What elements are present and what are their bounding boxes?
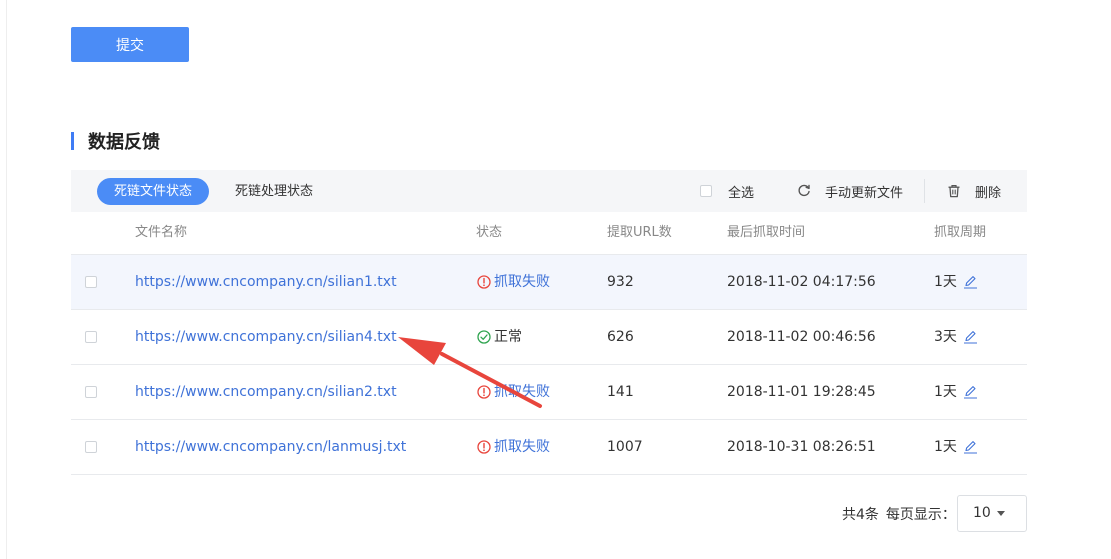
table-row[interactable]: https://www.cncompany.cn/silian1.txt 抓取失… (71, 255, 1027, 310)
crawl-period: 1天 (934, 420, 978, 474)
last-crawl-time: 2018-10-31 08:26:51 (727, 439, 876, 455)
pencil-icon[interactable] (963, 330, 978, 344)
section-title: 数据反馈 (88, 132, 160, 153)
status-text: 抓取失败 (494, 384, 550, 400)
trash-icon (948, 185, 960, 198)
column-header-status: 状态 (476, 225, 503, 240)
exclamation-circle-icon (477, 275, 491, 289)
crawl-period-value: 1天 (934, 384, 957, 400)
total-count: 共4条 (842, 506, 879, 523)
last-crawl-time: 2018-11-01 19:28:45 (727, 384, 876, 400)
crawl-period: 1天 (934, 255, 978, 309)
status-text: 抓取失败 (494, 274, 550, 290)
select-all-checkbox[interactable] (700, 185, 712, 197)
row-checkbox[interactable] (85, 441, 97, 453)
pagination-info: 共4条 每页显示： (842, 495, 956, 532)
crawl-period: 1天 (934, 365, 978, 419)
url-count: 932 (607, 274, 634, 290)
refresh-file-label: 手动更新文件 (825, 185, 904, 201)
file-link[interactable]: https://www.cncompany.cn/lanmusj.txt (135, 420, 406, 474)
delete-label: 删除 (975, 185, 1002, 201)
chevron-down-icon (997, 511, 1005, 516)
tab-dead-link-file-status[interactable]: 死链文件状态 (97, 178, 209, 205)
page-left-border (6, 0, 7, 559)
url-count: 626 (607, 329, 634, 345)
url-count: 1007 (607, 439, 643, 455)
per-page-value: 10 (973, 505, 991, 521)
check-circle-icon (477, 330, 491, 344)
delete-button[interactable]: 删除 (947, 170, 1001, 212)
last-crawl-time: 2018-11-02 04:17:56 (727, 274, 876, 290)
exclamation-circle-icon (477, 385, 491, 399)
per-page-select[interactable]: 10 (957, 495, 1027, 532)
section-header: 数据反馈 (71, 130, 160, 153)
table-row[interactable]: https://www.cncompany.cn/silian2.txt 抓取失… (71, 365, 1027, 420)
refresh-file-button[interactable]: 手动更新文件 (797, 170, 903, 212)
pencil-icon[interactable] (963, 275, 978, 289)
row-checkbox[interactable] (85, 276, 97, 288)
status-cell: 抓取失败 (477, 365, 550, 419)
row-checkbox[interactable] (85, 386, 97, 398)
table-row[interactable]: https://www.cncompany.cn/silian4.txt 正常 … (71, 310, 1027, 365)
column-header-url-count: 提取URL数 (607, 225, 672, 240)
refresh-icon (798, 184, 810, 197)
table-row[interactable]: https://www.cncompany.cn/lanmusj.txt 抓取失… (71, 420, 1027, 475)
status-text: 正常 (494, 329, 522, 345)
select-all-control[interactable]: 全选 (700, 170, 754, 212)
status-cell: 抓取失败 (477, 255, 550, 309)
column-header-crawl-period: 抓取周期 (934, 225, 987, 240)
last-crawl-time: 2018-11-02 00:46:56 (727, 329, 876, 345)
column-header-filename: 文件名称 (135, 225, 188, 240)
status-cell: 正常 (477, 310, 522, 364)
submit-button[interactable]: 提交 (71, 27, 189, 62)
row-checkbox[interactable] (85, 331, 97, 343)
crawl-period: 3天 (934, 310, 978, 364)
exclamation-circle-icon (477, 440, 491, 454)
file-link[interactable]: https://www.cncompany.cn/silian1.txt (135, 255, 397, 309)
section-accent-bar (71, 132, 74, 150)
tab-dead-link-process-status[interactable]: 死链处理状态 (223, 178, 325, 205)
crawl-period-value: 1天 (934, 439, 957, 455)
file-link[interactable]: https://www.cncompany.cn/silian2.txt (135, 365, 397, 419)
url-count: 141 (607, 384, 634, 400)
crawl-period-value: 3天 (934, 329, 957, 345)
column-header-last-crawl-time: 最后抓取时间 (727, 225, 806, 240)
select-all-label: 全选 (728, 185, 755, 201)
file-link[interactable]: https://www.cncompany.cn/silian4.txt (135, 310, 397, 364)
crawl-period-value: 1天 (934, 274, 957, 290)
table-header: 文件名称 状态 提取URL数 最后抓取时间 抓取周期 (71, 212, 1027, 255)
pencil-icon[interactable] (963, 385, 978, 399)
status-text: 抓取失败 (494, 439, 550, 455)
per-page-label: 每页显示： (885, 506, 956, 523)
table-toolbar: 死链文件状态 死链处理状态 全选 手动更新文件 删除 (71, 170, 1027, 212)
status-cell: 抓取失败 (477, 420, 550, 474)
pencil-icon[interactable] (963, 440, 978, 454)
toolbar-divider (924, 179, 925, 203)
